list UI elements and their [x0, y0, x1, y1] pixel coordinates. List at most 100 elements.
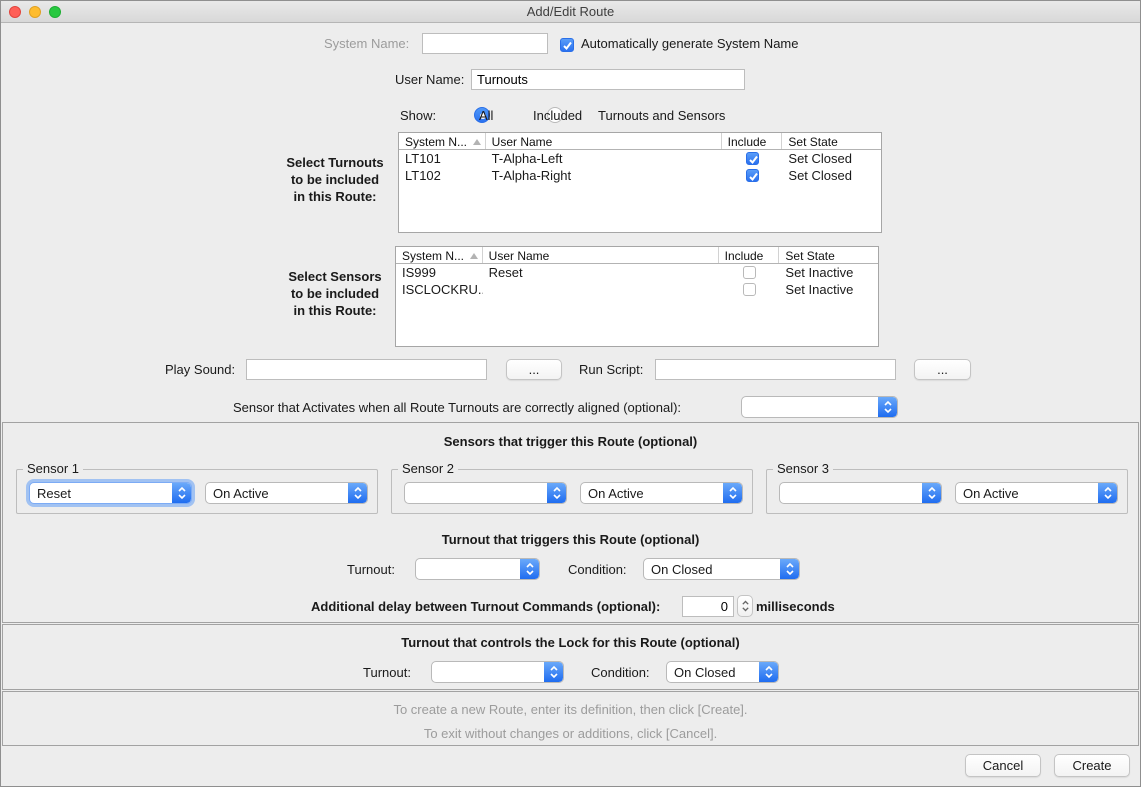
lock-panel: Turnout that controls the Lock for this …	[2, 624, 1139, 690]
table-row[interactable]: LT101 T-Alpha-Left Set Closed	[399, 150, 881, 167]
cell-user-name[interactable]: T-Alpha-Right	[486, 168, 722, 183]
sensor1-group-label: Sensor 1	[23, 461, 83, 476]
chevron-updown-icon	[1098, 483, 1117, 503]
delay-input[interactable]	[682, 596, 734, 617]
lock-condition-select[interactable]: On Closed	[666, 661, 779, 683]
trigger-turnout-title: Turnout that triggers this Route (option…	[3, 532, 1138, 547]
window-title: Add/Edit Route	[1, 4, 1140, 19]
trigger-condition-label: Condition:	[568, 562, 627, 577]
trigger-section-title: Sensors that trigger this Route (optiona…	[3, 434, 1138, 449]
lock-turnout-select[interactable]	[431, 661, 564, 683]
chevron-updown-icon	[172, 483, 191, 503]
sensor3-group-label: Sensor 3	[773, 461, 833, 476]
cell-set-state[interactable]: Set Inactive	[779, 282, 878, 297]
run-script-browse-button[interactable]: ...	[914, 359, 971, 380]
select-sensors-caption: Select Sensors to be included in this Ro…	[277, 268, 393, 319]
cell-user-name[interactable]: Reset	[483, 265, 719, 280]
system-name-label: System Name:	[324, 36, 409, 51]
cell-set-state[interactable]: Set Closed	[782, 151, 881, 166]
sensor3-group: Sensor 3 On Active	[766, 469, 1128, 514]
column-header-include[interactable]: Include	[722, 133, 783, 149]
aligned-sensor-label: Sensor that Activates when all Route Tur…	[233, 400, 681, 415]
show-included-label: Included	[533, 108, 582, 123]
delay-spinner: milliseconds	[682, 595, 835, 617]
column-header-system-name[interactable]: System N...	[399, 133, 486, 149]
play-sound-label: Play Sound:	[165, 362, 235, 377]
cell-system-name[interactable]: LT101	[399, 151, 486, 166]
include-checkbox[interactable]	[743, 283, 756, 296]
cell-user-name[interactable]: T-Alpha-Left	[486, 151, 722, 166]
lock-condition-label: Condition:	[591, 665, 650, 680]
chevron-updown-icon	[780, 559, 799, 579]
chevron-updown-icon	[878, 397, 897, 417]
run-script-label: Run Script:	[579, 362, 643, 377]
cell-system-name[interactable]: ISCLOCKRU...	[396, 282, 483, 297]
user-name-label: User Name:	[395, 72, 464, 87]
instructions-panel: To create a new Route, enter its definit…	[2, 691, 1139, 746]
trigger-condition-select[interactable]: On Closed	[643, 558, 800, 580]
cell-system-name[interactable]: IS999	[396, 265, 483, 280]
include-checkbox[interactable]	[743, 266, 756, 279]
chevron-updown-icon	[544, 662, 563, 682]
turnouts-table: System N... User Name Include Set State …	[398, 132, 882, 233]
chevron-updown-icon	[547, 483, 566, 503]
show-all-label: All	[479, 108, 493, 123]
sensor3-select[interactable]	[779, 482, 942, 504]
sensor2-group-label: Sensor 2	[398, 461, 458, 476]
column-header-set-state[interactable]: Set State	[782, 133, 881, 149]
sort-ascending-icon	[473, 139, 481, 145]
chevron-updown-icon	[922, 483, 941, 503]
show-label: Show:	[400, 108, 436, 123]
sensor1-group: Sensor 1 Reset On Active	[16, 469, 378, 514]
create-button[interactable]: Create	[1054, 754, 1130, 777]
show-suffix-label: Turnouts and Sensors	[598, 108, 725, 123]
play-sound-input[interactable]	[246, 359, 487, 380]
sensors-table: System N... User Name Include Set State …	[395, 246, 879, 347]
chevron-updown-icon	[348, 483, 367, 503]
trigger-panel: Sensors that trigger this Route (optiona…	[2, 422, 1139, 623]
user-name-input[interactable]	[471, 69, 745, 90]
cell-set-state[interactable]: Set Inactive	[779, 265, 878, 280]
sensor3-condition-select[interactable]: On Active	[955, 482, 1118, 504]
lock-section-title: Turnout that controls the Lock for this …	[3, 635, 1138, 650]
chevron-updown-icon	[759, 662, 778, 682]
play-sound-browse-button[interactable]: ...	[506, 359, 562, 380]
turnouts-table-header: System N... User Name Include Set State	[399, 133, 881, 150]
lock-turnout-label: Turnout:	[363, 665, 411, 680]
column-header-set-state[interactable]: Set State	[779, 247, 878, 263]
title-bar[interactable]: Add/Edit Route	[1, 1, 1140, 23]
table-row[interactable]: LT102 T-Alpha-Right Set Closed	[399, 167, 881, 184]
delay-label: Additional delay between Turnout Command…	[311, 599, 660, 614]
cancel-button[interactable]: Cancel	[965, 754, 1041, 777]
instruction-line-1: To create a new Route, enter its definit…	[3, 702, 1138, 717]
sensors-table-header: System N... User Name Include Set State	[396, 247, 878, 264]
sensor2-condition-select[interactable]: On Active	[580, 482, 743, 504]
sensor2-select[interactable]	[404, 482, 567, 504]
delay-units-label: milliseconds	[756, 599, 835, 614]
run-script-input[interactable]	[655, 359, 896, 380]
include-checkbox[interactable]	[746, 169, 759, 182]
column-header-user-name[interactable]: User Name	[486, 133, 722, 149]
column-header-system-name[interactable]: System N...	[396, 247, 483, 263]
include-checkbox[interactable]	[746, 152, 759, 165]
column-header-include[interactable]: Include	[719, 247, 780, 263]
auto-system-name-checkbox[interactable]	[560, 38, 574, 52]
cell-set-state[interactable]: Set Closed	[782, 168, 881, 183]
column-header-user-name[interactable]: User Name	[483, 247, 719, 263]
sort-ascending-icon	[470, 253, 478, 259]
cell-system-name[interactable]: LT102	[399, 168, 486, 183]
trigger-turnout-select[interactable]	[415, 558, 540, 580]
add-edit-route-window: Add/Edit Route System Name: Automaticall…	[0, 0, 1141, 787]
instruction-line-2: To exit without changes or additions, cl…	[3, 726, 1138, 741]
table-row[interactable]: IS999 Reset Set Inactive	[396, 264, 878, 281]
chevron-updown-icon	[723, 483, 742, 503]
sensor1-condition-select[interactable]: On Active	[205, 482, 368, 504]
sensor1-select[interactable]: Reset	[29, 482, 192, 504]
stepper-updown-icon[interactable]	[737, 595, 753, 617]
dialog-content: System Name: Automatically generate Syst…	[1, 23, 1140, 786]
select-turnouts-caption: Select Turnouts to be included in this R…	[277, 154, 393, 205]
system-name-input[interactable]	[422, 33, 548, 54]
sensor2-group: Sensor 2 On Active	[391, 469, 753, 514]
table-row[interactable]: ISCLOCKRU... Set Inactive	[396, 281, 878, 298]
aligned-sensor-select[interactable]	[741, 396, 898, 418]
